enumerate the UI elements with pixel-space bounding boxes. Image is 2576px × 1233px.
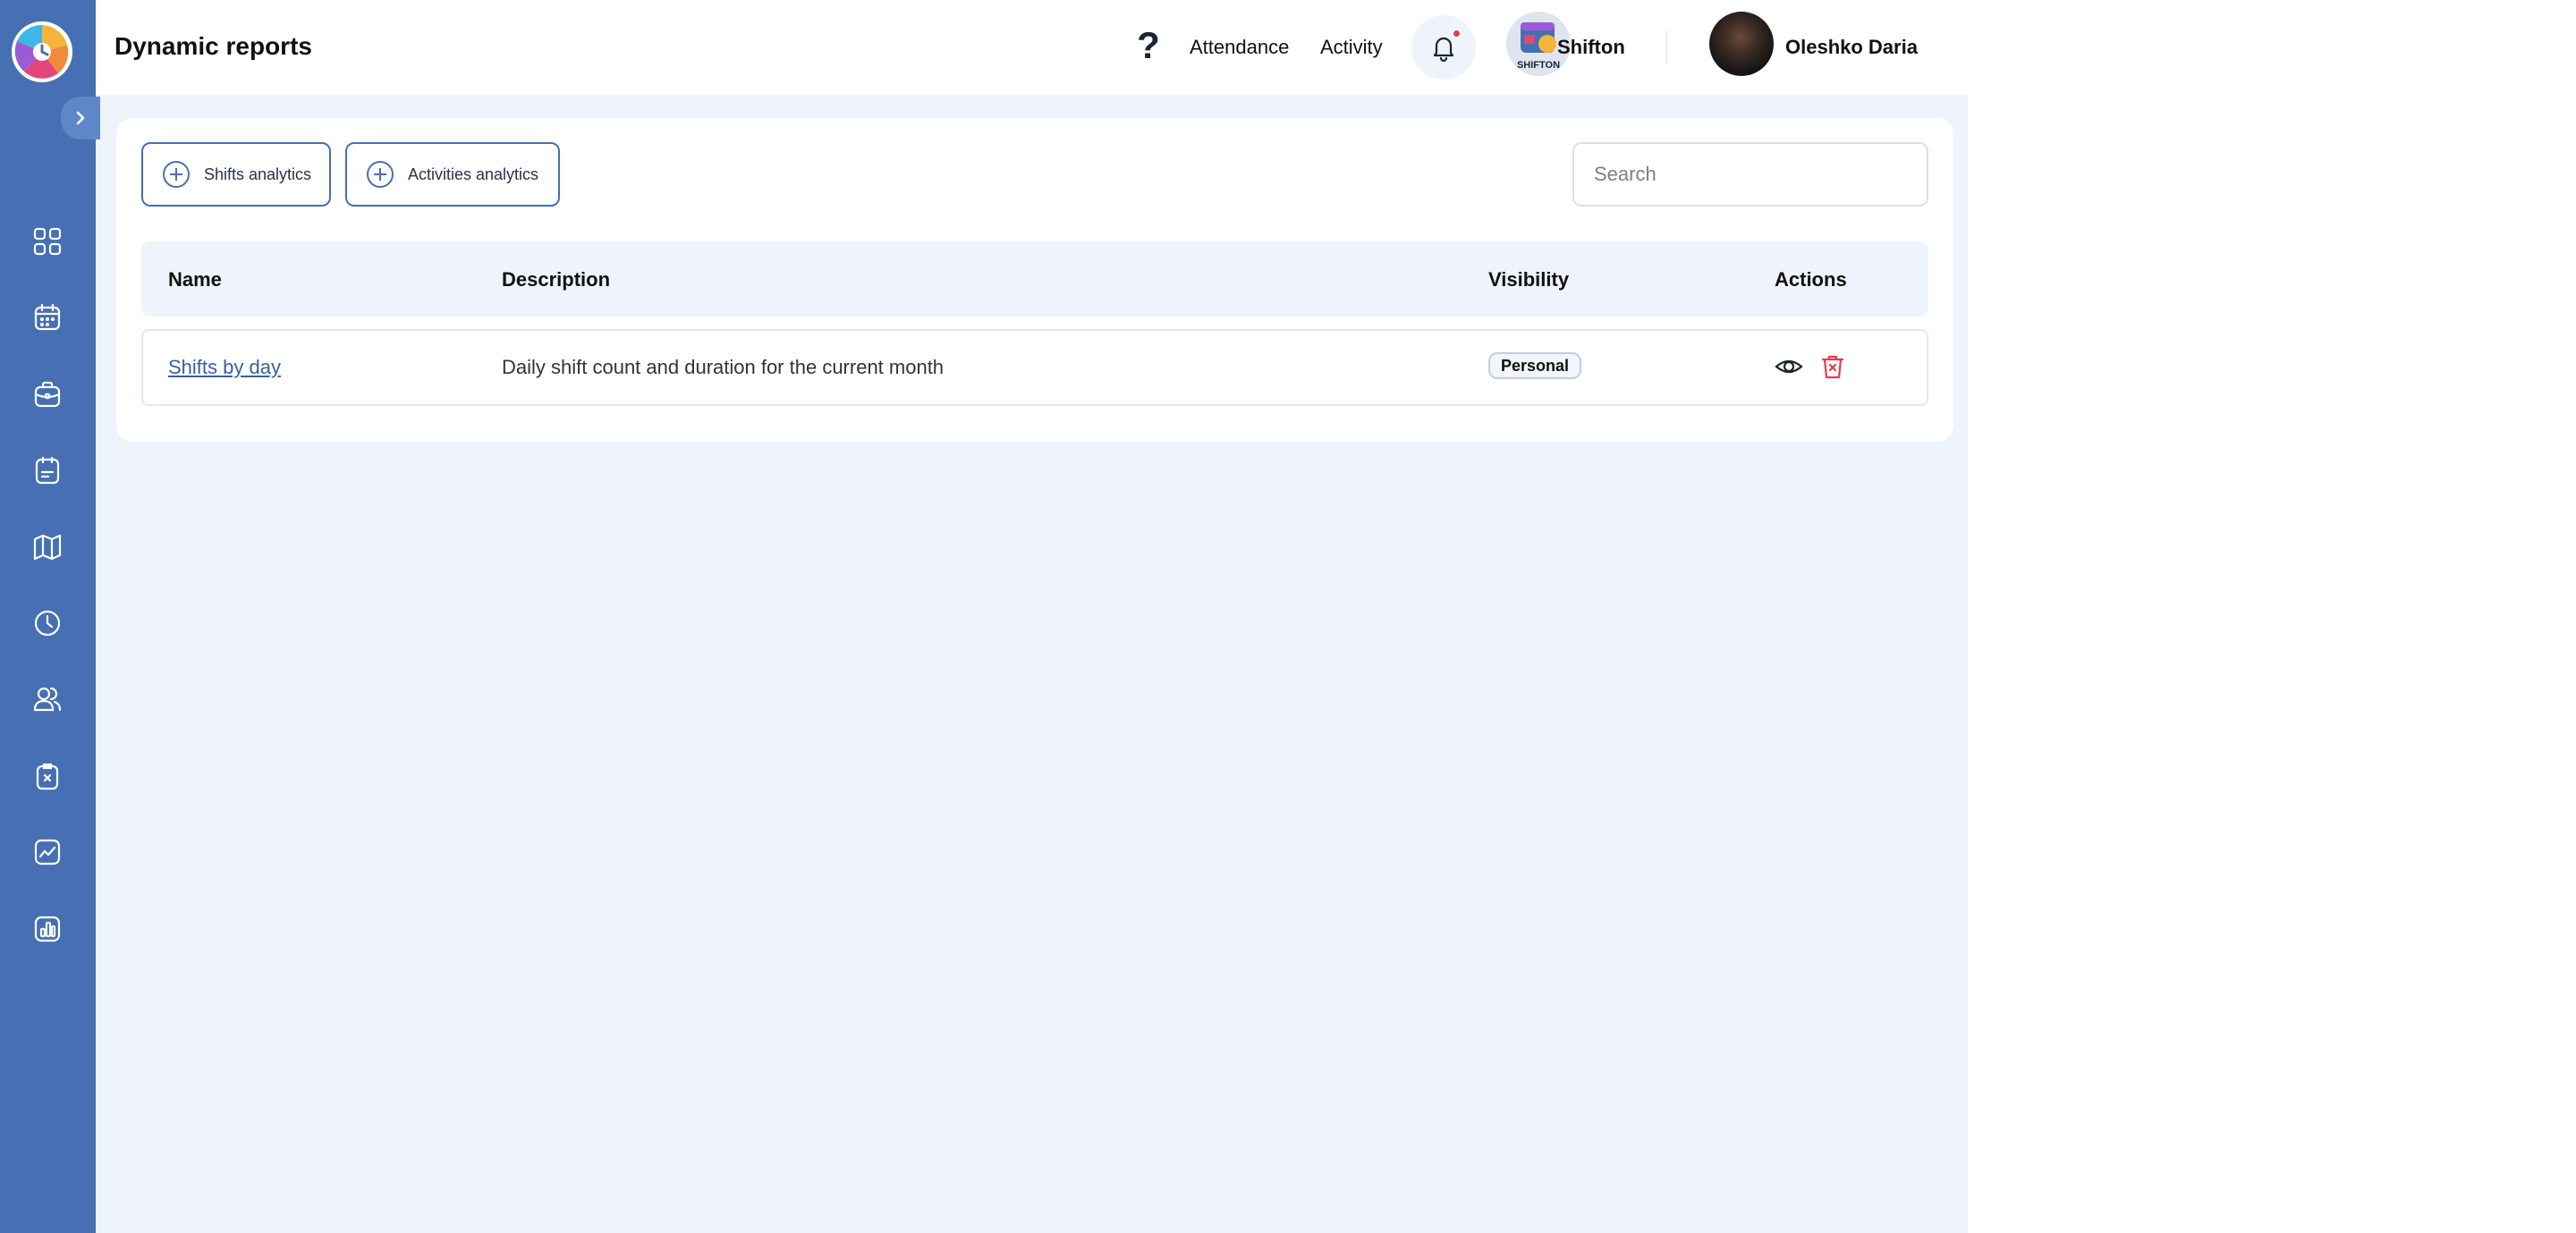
column-header-description: Description [502, 268, 611, 291]
help-icon[interactable]: ? [1133, 25, 1164, 66]
table-row: Shifts by day Daily shift count and dura… [141, 329, 1928, 406]
users-icon[interactable] [30, 681, 65, 717]
report-name-link[interactable]: Shifts by day [168, 356, 281, 379]
clipboard-calendar-icon[interactable] [30, 452, 65, 488]
svg-text:SHIFTON: SHIFTON [1517, 60, 1560, 71]
dashboard-icon[interactable] [30, 224, 65, 259]
trash-icon[interactable] [1817, 350, 1849, 383]
activities-analytics-button[interactable]: Activities analytics [345, 142, 560, 207]
header-divider [1666, 30, 1667, 64]
page-title: Dynamic reports [114, 32, 312, 60]
briefcase-icon[interactable] [30, 376, 65, 412]
map-icon[interactable] [30, 529, 65, 565]
visibility-badge: Personal [1488, 352, 1582, 379]
bar-chart-icon[interactable] [30, 911, 65, 947]
chevron-right-icon [76, 111, 85, 125]
user-name[interactable]: Oleshko Daria [1785, 36, 1918, 59]
app-shell: Dynamic reports ? Attendance Activity SH… [0, 0, 1968, 1233]
column-header-actions: Actions [1775, 268, 1847, 291]
search-input[interactable] [1572, 142, 1928, 207]
app-logo[interactable] [12, 21, 72, 82]
top-header: Dynamic reports ? Attendance Activity SH… [96, 0, 1968, 95]
nav-link-attendance[interactable]: Attendance [1190, 36, 1289, 59]
notifications-button[interactable] [1411, 15, 1476, 80]
time-clipboard-icon[interactable] [30, 758, 65, 794]
chart-line-icon[interactable] [30, 834, 65, 870]
calendar-icon[interactable] [30, 300, 65, 335]
report-description: Daily shift count and duration for the c… [502, 356, 945, 378]
table-header: Name Description Visibility Actions [141, 241, 1928, 317]
sidebar-expand-button[interactable] [61, 97, 100, 139]
sidebar [0, 0, 100, 1233]
nav-link-activity[interactable]: Activity [1320, 36, 1383, 59]
column-header-name: Name [168, 268, 222, 291]
user-avatar[interactable] [1709, 12, 1774, 76]
reports-card: Shifts analytics Activities analytics Na… [116, 118, 1953, 442]
company-name[interactable]: Shifton [1557, 36, 1625, 59]
plus-circle-icon [367, 161, 394, 188]
notification-dot [1452, 29, 1462, 38]
activities-analytics-label: Activities analytics [408, 165, 539, 183]
clock-icon[interactable] [30, 605, 65, 641]
eye-icon[interactable] [1773, 350, 1805, 383]
column-header-visibility: Visibility [1488, 268, 1570, 291]
plus-circle-icon [163, 161, 190, 188]
shifts-analytics-button[interactable]: Shifts analytics [141, 142, 331, 207]
shifts-analytics-label: Shifts analytics [204, 165, 312, 183]
